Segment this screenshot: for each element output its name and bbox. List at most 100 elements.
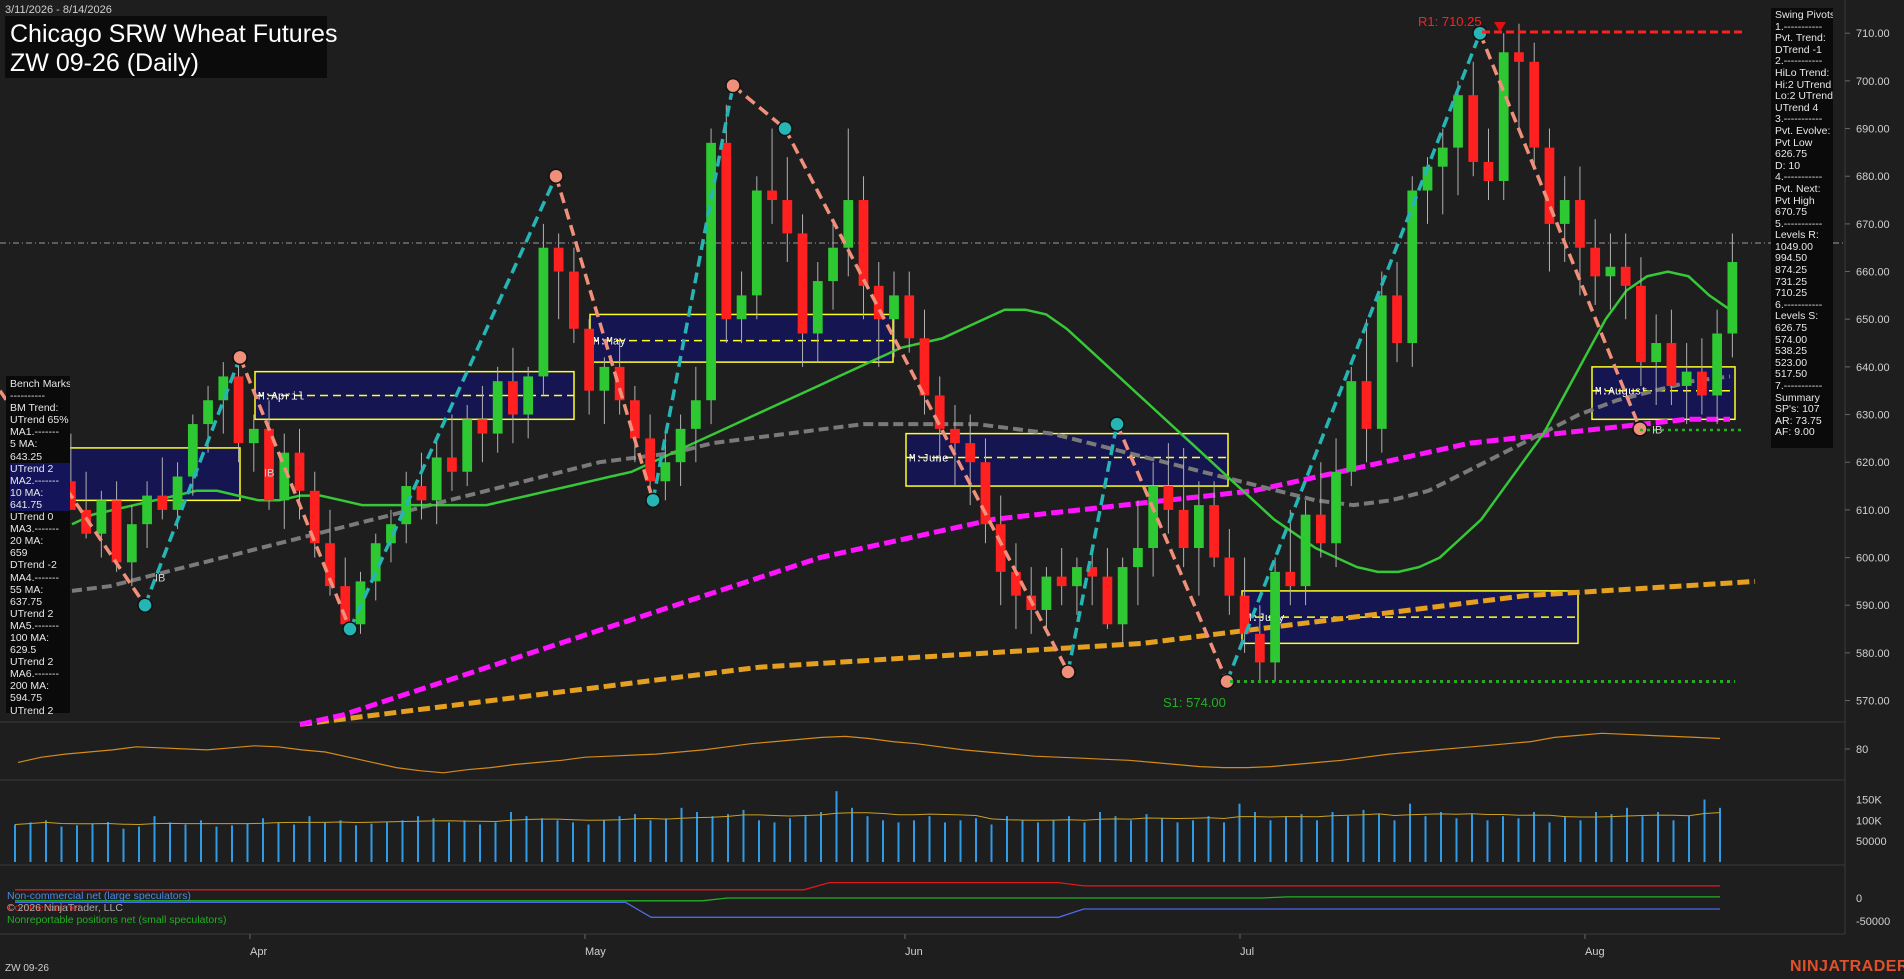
candle-body (1148, 486, 1159, 549)
candle-body (889, 295, 899, 320)
cot-large-line (15, 901, 1720, 918)
candle-body (1254, 633, 1265, 663)
swing_pivots-line: 626.75 (1775, 323, 1808, 335)
candle-body (1224, 557, 1235, 596)
candle-body (1285, 571, 1296, 587)
candle-body (1605, 266, 1616, 277)
candle-body (1651, 343, 1662, 363)
swing_pivots-line: Levels S: (1775, 311, 1819, 323)
candle-body (1666, 343, 1677, 386)
swing_pivots-line: Summary (1775, 392, 1820, 404)
candle-body (1056, 576, 1067, 587)
swing_pivots-line: 517.50 (1775, 369, 1808, 381)
cot-commercial-line (15, 881, 1720, 891)
volume-tick-label: 150K (1856, 795, 1882, 807)
y-tick-label: 570.00 (1856, 696, 1890, 708)
candle-body (142, 495, 152, 525)
swing_pivots-line: DTrend -1 (1775, 44, 1822, 56)
cot-legend-large: Non-commercial net (large speculators) (7, 890, 191, 902)
candle-body (157, 495, 168, 510)
candle-body (1437, 147, 1448, 167)
y-tick-label: 710.00 (1856, 28, 1890, 40)
stochastic-line (17, 732, 1721, 774)
swing-low-marker (137, 597, 153, 613)
x-tick-label: Jun (905, 946, 923, 958)
swing-line (731, 84, 787, 130)
candle-body (904, 295, 915, 339)
candle-body (1361, 381, 1372, 429)
swing-high-marker (725, 77, 741, 94)
candle-body (523, 376, 534, 415)
swing-low-marker (342, 621, 358, 637)
month-zone-march (61, 447, 241, 502)
candle-body (1529, 61, 1540, 148)
y-tick-label: 700.00 (1856, 76, 1890, 88)
swing_pivots-line: 670.75 (1775, 207, 1808, 219)
bench_marks-line: UTrend 2 (10, 462, 70, 475)
candle-body (508, 381, 518, 415)
y-tick-label: 600.00 (1856, 553, 1890, 565)
candle-body (1331, 471, 1341, 544)
swing_pivots-line: 2.----------- (1775, 56, 1823, 68)
copyright: © 2026 NinjaTrader, LLC (7, 902, 123, 914)
candle-body (431, 457, 442, 501)
swing-high-marker (232, 349, 248, 366)
candle-body (96, 500, 107, 534)
candle-body (828, 247, 838, 282)
candle-body (248, 428, 259, 444)
candle-body (1178, 509, 1189, 549)
bench_marks-line: 659 (10, 547, 28, 560)
candle-body (1483, 161, 1494, 181)
candle-body (660, 462, 671, 482)
candle-body (599, 366, 610, 391)
y-tick-label: 690.00 (1856, 124, 1890, 136)
month-zone-label: M:June (909, 453, 949, 465)
candle-body (1376, 295, 1387, 429)
candle-body (1270, 571, 1280, 663)
month-zone-label: M:August (1595, 387, 1648, 399)
candle-body (797, 233, 808, 334)
x-tick-label: Jul (1240, 946, 1254, 958)
swing_pivots-line: 874.25 (1775, 265, 1808, 277)
ib-label: IB (155, 572, 165, 584)
ib-label: IB (1652, 425, 1662, 437)
swing_pivots-line: 5.----------- (1775, 218, 1823, 230)
stoch-tick-label: 80 (1856, 744, 1868, 756)
resistance-arrow (1494, 22, 1506, 32)
swing_pivots-line: Lo:2 UTrend (1775, 91, 1833, 103)
bench_marks-line: UTrend 2 (10, 607, 54, 620)
bench_marks-line: Bench Marks (10, 378, 70, 390)
candle-body (1209, 505, 1219, 558)
x-tick-label: Aug (1585, 946, 1605, 958)
swing_pivots-line: 538.25 (1775, 346, 1808, 358)
candle-body (447, 457, 457, 472)
chart-canvas[interactable]: 710.00 700.00 690.00 680.00 670.00 660.00 650.… (0, 0, 1904, 979)
candle-body (1498, 52, 1509, 181)
swing_pivots-line: Hi:2 UTrend (1775, 79, 1832, 91)
swing_pivots-line: 6.----------- (1775, 299, 1823, 311)
candle-body (629, 400, 640, 439)
candle-body (995, 524, 1006, 572)
y-tick-label: 670.00 (1856, 219, 1890, 231)
swing_pivots-line: 626.75 (1775, 149, 1808, 161)
y-tick-label: 660.00 (1856, 267, 1890, 279)
swing_pivots-line: UTrend 4 (1775, 102, 1819, 114)
candle-body (736, 295, 747, 320)
y-tick-label: 620.00 (1856, 457, 1890, 469)
bench_marks-line: UTrend 2 (10, 704, 54, 717)
candle-body (1072, 567, 1082, 587)
bench_marks-line: 643.25 (10, 450, 43, 463)
candle-body (1041, 576, 1052, 610)
bench_marks-line: 637.75 (10, 595, 43, 608)
candle-body (1559, 200, 1570, 224)
bench_marks-line: 629.5 (10, 644, 37, 657)
y-tick-label: 610.00 (1856, 505, 1890, 517)
candle-body (1392, 295, 1402, 344)
ninjatrader-logo: NINJATRADER (1790, 958, 1904, 975)
swing_pivots-line: SP's: 107 (1775, 404, 1820, 416)
volume-tick-label: 50000 (1856, 836, 1887, 848)
bench_marks-line: 594.75 (10, 692, 43, 705)
candle-body (1193, 505, 1204, 549)
candle-body (538, 247, 549, 377)
candle-body (203, 400, 213, 425)
